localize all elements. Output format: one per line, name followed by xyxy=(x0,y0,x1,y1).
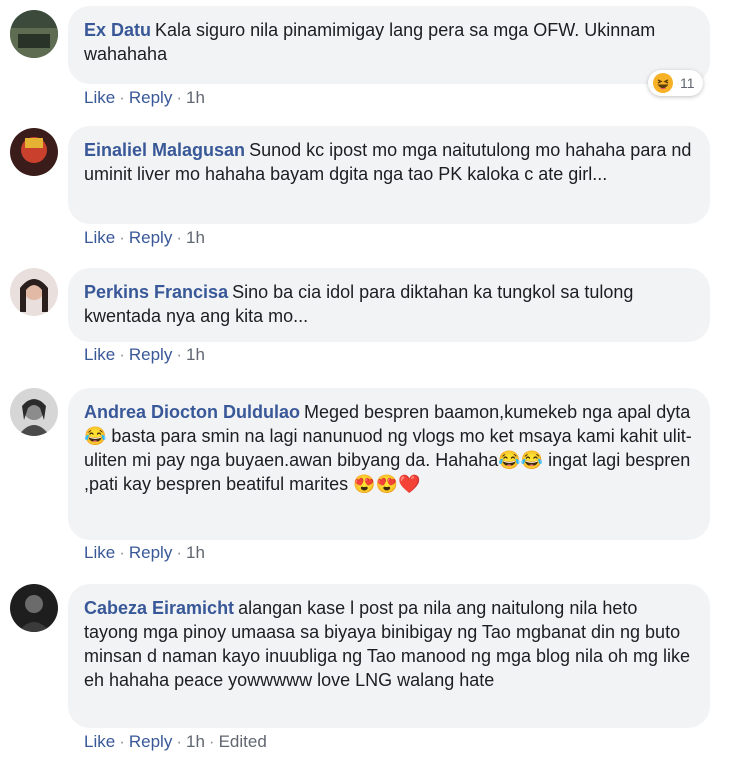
heart-eyes-emoji-icon: 😍😍❤️ xyxy=(353,474,421,494)
like-link[interactable]: Like xyxy=(84,543,115,562)
timestamp[interactable]: 1h xyxy=(186,88,205,107)
haha-emoji-icon xyxy=(653,73,673,93)
reply-link[interactable]: Reply xyxy=(129,345,172,364)
separator: · xyxy=(119,543,125,562)
tears-of-joy-emoji-icon: 😂 xyxy=(84,426,107,446)
timestamp[interactable]: 1h xyxy=(186,228,205,247)
separator: · xyxy=(176,345,182,364)
comment-actions: Like · Reply · 1h xyxy=(84,88,205,108)
comment-text: Kala siguro nila pinamimigay lang pera s… xyxy=(84,20,656,64)
separator: · xyxy=(176,88,182,107)
separator: · xyxy=(119,345,125,364)
author-name[interactable]: Perkins Francisa xyxy=(84,282,228,302)
reply-link[interactable]: Reply xyxy=(129,228,172,247)
comment-text: Meged bespren baamon,kumekeb nga apal dy… xyxy=(304,402,691,422)
reply-link[interactable]: Reply xyxy=(129,88,172,107)
comment-actions: Like · Reply · 1h · Edited xyxy=(84,732,267,752)
avatar[interactable] xyxy=(10,268,58,316)
separator: · xyxy=(176,543,182,562)
avatar[interactable] xyxy=(10,10,58,58)
comment-bubble: Perkins Francisa Sino ba cia idol para di… xyxy=(68,268,710,342)
comment-actions: Like · Reply · 1h xyxy=(84,228,205,248)
separator: · xyxy=(208,732,215,751)
separator: · xyxy=(119,732,125,751)
comment-bubble: Andrea Diocton Duldulao Meged bespren baa… xyxy=(68,388,710,540)
reaction-count[interactable]: 11 xyxy=(648,70,703,96)
separator: · xyxy=(176,228,182,247)
timestamp[interactable]: 1h xyxy=(186,345,205,364)
comment-bubble: Einaliel Malagusan Sunod kc ipost mo mga … xyxy=(68,126,710,224)
comment-bubble: Cabeza Eiramicht alangan kase l post pa n… xyxy=(68,584,710,728)
avatar[interactable] xyxy=(10,388,58,436)
reply-link[interactable]: Reply xyxy=(129,543,172,562)
comment-actions: Like · Reply · 1h xyxy=(84,543,205,563)
like-link[interactable]: Like xyxy=(84,345,115,364)
avatar[interactable] xyxy=(10,128,58,176)
like-link[interactable]: Like xyxy=(84,228,115,247)
separator: · xyxy=(119,228,125,247)
timestamp[interactable]: 1h xyxy=(186,732,205,751)
comment-bubble: Ex Datu Kala siguro nila pinamimigay lang… xyxy=(68,6,710,84)
author-name[interactable]: Ex Datu xyxy=(84,20,151,40)
like-link[interactable]: Like xyxy=(84,88,115,107)
author-name[interactable]: Cabeza Eiramicht xyxy=(84,598,234,618)
edited-label[interactable]: Edited xyxy=(219,732,267,751)
author-name[interactable]: Andrea Diocton Duldulao xyxy=(84,402,300,422)
comment-actions: Like · Reply · 1h xyxy=(84,345,205,365)
timestamp[interactable]: 1h xyxy=(186,543,205,562)
avatar[interactable] xyxy=(10,584,58,632)
tears-of-joy-emoji-icon: 😂😂 xyxy=(498,450,544,470)
author-name[interactable]: Einaliel Malagusan xyxy=(84,140,245,160)
separator: · xyxy=(176,732,182,751)
like-link[interactable]: Like xyxy=(84,732,115,751)
separator: · xyxy=(119,88,125,107)
reaction-count-text: 11 xyxy=(680,75,695,91)
reply-link[interactable]: Reply xyxy=(129,732,172,751)
